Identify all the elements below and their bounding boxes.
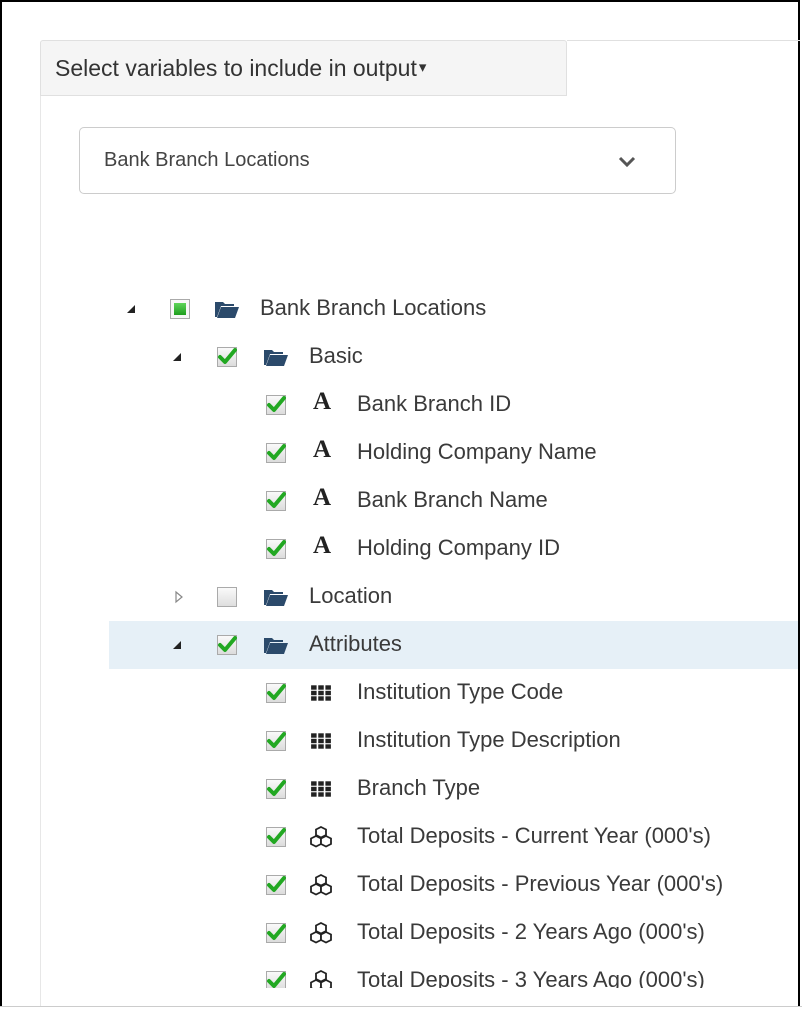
numeric-cubes-icon: [309, 922, 333, 944]
text-type-icon: A: [313, 484, 332, 511]
tree-leaf-label[interactable]: Bank Branch ID: [357, 391, 511, 417]
folder-icon: [263, 346, 289, 368]
variables-panel-toggle[interactable]: Select variables to include in output ▾: [40, 40, 567, 96]
check-icon: [266, 875, 286, 895]
collapse-icon[interactable]: [170, 638, 184, 652]
folder-icon: [263, 634, 289, 656]
panel-top-border: [567, 40, 800, 41]
checkbox-checked[interactable]: [217, 635, 237, 655]
tree-leaf-label[interactable]: Institution Type Code: [357, 679, 563, 705]
numeric-cubes-icon: [309, 970, 333, 988]
check-icon: [217, 635, 237, 655]
collapse-icon[interactable]: [124, 302, 138, 316]
check-icon: [266, 395, 286, 415]
categorical-grid-icon: [310, 682, 332, 704]
checkbox-unchecked[interactable]: [217, 587, 237, 607]
tree-leaf-label[interactable]: Total Deposits - Current Year (000's): [357, 823, 711, 849]
check-icon: [266, 539, 286, 559]
dataset-select-value: Bank Branch Locations: [104, 149, 310, 171]
numeric-cubes-icon: [309, 874, 333, 896]
tree-node-label[interactable]: Location: [309, 583, 392, 609]
tree-leaf-label[interactable]: Total Deposits - 2 Years Ago (000's): [357, 919, 705, 945]
tree-leaf-bank-branch-name: A Bank Branch Name: [0, 477, 798, 525]
caret-down-icon: ▾: [418, 59, 427, 76]
categorical-grid-icon: [310, 778, 332, 800]
checkbox-checked[interactable]: [266, 491, 286, 511]
tree-leaf-label[interactable]: Branch Type: [357, 775, 480, 801]
checkbox-checked[interactable]: [266, 779, 286, 799]
tree-leaf-label[interactable]: Total Deposits - 3 Years Ago (000's): [357, 967, 705, 988]
tree-node-basic: Basic: [0, 333, 798, 381]
tree-leaf-total-deposits-3-years-ago: Total Deposits - 3 Years Ago (000's): [0, 957, 798, 988]
tree-leaf-label[interactable]: Bank Branch Name: [357, 487, 548, 513]
checkbox-checked[interactable]: [266, 827, 286, 847]
tree-leaf-institution-type-description: Institution Type Description: [0, 717, 798, 765]
panel-title: Select variables to include in output: [55, 54, 417, 81]
check-icon: [266, 443, 286, 463]
tree-leaf-label[interactable]: Total Deposits - Previous Year (000's): [357, 871, 723, 897]
check-icon: [217, 347, 237, 367]
bottom-divider: [0, 1006, 802, 1007]
folder-icon: [263, 586, 289, 608]
tree-leaf-bank-branch-id: A Bank Branch ID: [0, 381, 798, 429]
tree-leaf-label[interactable]: Holding Company ID: [357, 535, 560, 561]
tree-leaf-branch-type: Branch Type: [0, 765, 798, 813]
checkbox-checked[interactable]: [217, 347, 237, 367]
check-icon: [266, 971, 286, 988]
categorical-grid-icon: [310, 730, 332, 752]
tree-node-label[interactable]: Bank Branch Locations: [260, 295, 486, 321]
tree-node-root: Bank Branch Locations: [0, 285, 798, 333]
tree-leaf-total-deposits-current-year: Total Deposits - Current Year (000's): [0, 813, 798, 861]
folder-icon: [214, 298, 240, 320]
check-icon: [266, 827, 286, 847]
tree-node-attributes[interactable]: Attributes: [109, 621, 798, 669]
checkbox-checked[interactable]: [266, 971, 286, 988]
tree-leaf-institution-type-code: Institution Type Code: [0, 669, 798, 717]
dataset-select[interactable]: Bank Branch Locations: [79, 127, 676, 194]
checkbox-checked[interactable]: [266, 539, 286, 559]
check-icon: [266, 923, 286, 943]
checkbox-checked[interactable]: [266, 731, 286, 751]
checkbox-checked[interactable]: [266, 443, 286, 463]
checkbox-checked[interactable]: [266, 923, 286, 943]
text-type-icon: A: [313, 388, 332, 415]
variable-tree: Bank Branch Locations Basic A Bank Branc…: [0, 285, 798, 988]
check-icon: [266, 683, 286, 703]
tree-node-label[interactable]: Basic: [309, 343, 363, 369]
tree-leaf-label[interactable]: Institution Type Description: [357, 727, 621, 753]
checkbox-checked[interactable]: [266, 395, 286, 415]
tree-node-location: Location: [0, 573, 798, 621]
check-icon: [266, 491, 286, 511]
tree-leaf-total-deposits-2-years-ago: Total Deposits - 2 Years Ago (000's): [0, 909, 798, 957]
check-icon: [266, 779, 286, 799]
chevron-down-icon: [618, 156, 636, 168]
checkbox-checked[interactable]: [266, 683, 286, 703]
expand-icon[interactable]: [172, 590, 186, 604]
tree-leaf-holding-company-id: A Holding Company ID: [0, 525, 798, 573]
checkbox-checked[interactable]: [266, 875, 286, 895]
check-icon: [266, 731, 286, 751]
text-type-icon: A: [313, 436, 332, 463]
tree-node-label[interactable]: Attributes: [309, 631, 402, 657]
tree-leaf-total-deposits-previous-year: Total Deposits - Previous Year (000's): [0, 861, 798, 909]
checkbox-partial[interactable]: [170, 299, 190, 319]
numeric-cubes-icon: [309, 826, 333, 848]
text-type-icon: A: [313, 532, 332, 559]
collapse-icon[interactable]: [170, 350, 184, 364]
tree-leaf-holding-company-name: A Holding Company Name: [0, 429, 798, 477]
tree-leaf-label[interactable]: Holding Company Name: [357, 439, 597, 465]
